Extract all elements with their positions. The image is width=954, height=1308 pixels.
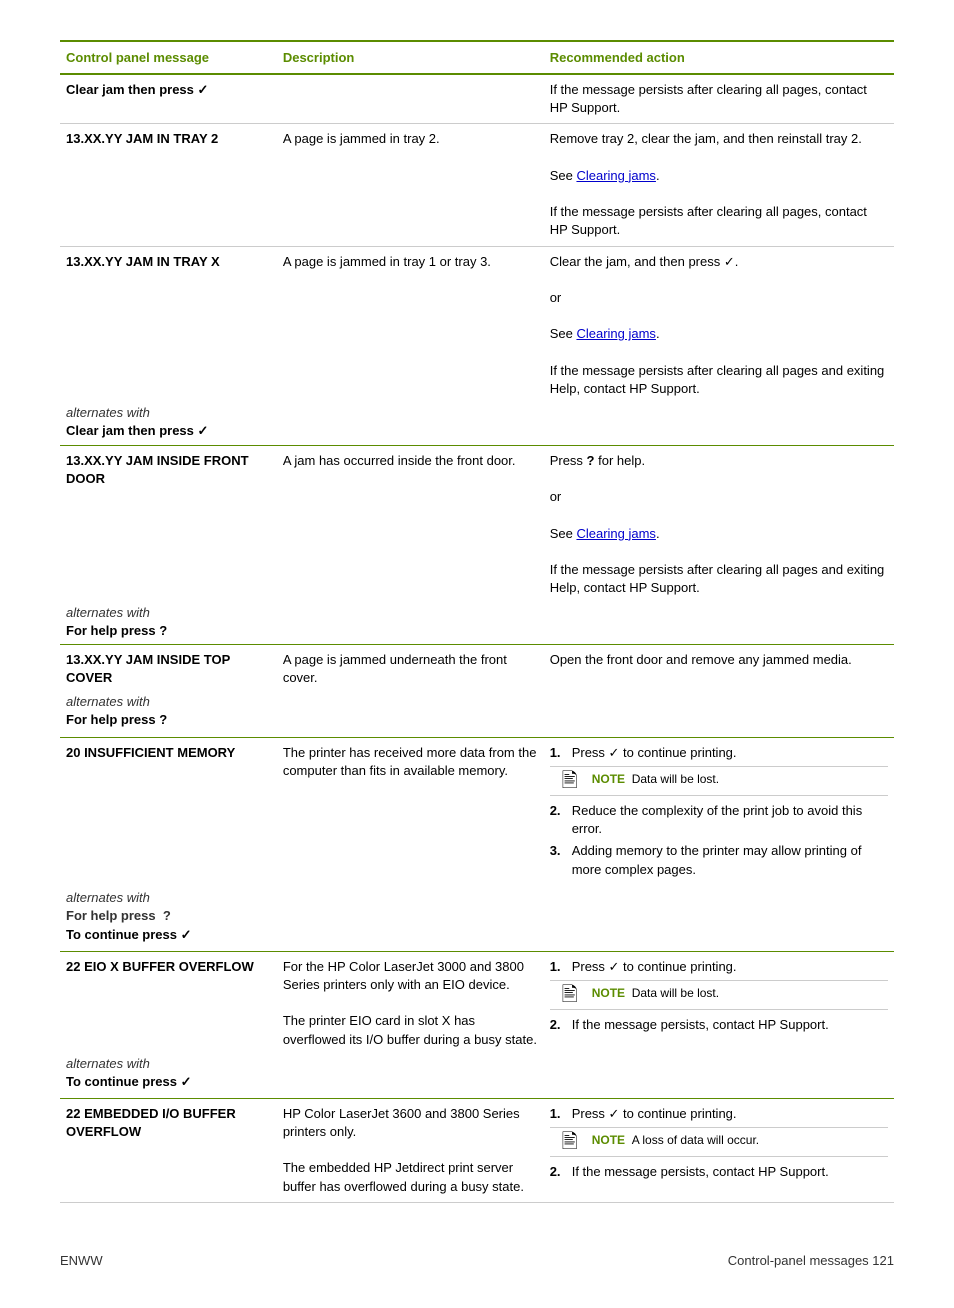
action-item-1: 1. Press ✓ to continue printing.: [550, 958, 888, 976]
alternates-label: alternates with: [60, 693, 277, 710]
description-cell: HP Color LaserJet 3600 and 3800 Series p…: [277, 1098, 544, 1202]
message-cell: 22 EMBEDDED I/O BUFFER OVERFLOW: [60, 1098, 277, 1202]
description-cell: A page is jammed in tray 1 or tray 3.: [277, 246, 544, 404]
note-box: 🖹 NOTE Data will be lost.: [550, 766, 888, 796]
note-box: 🖹 NOTE Data will be lost.: [550, 980, 888, 1010]
message-cell: 20 INSUFFICIENT MEMORY: [60, 737, 277, 888]
alternates-label: alternates with: [60, 889, 277, 906]
clearing-jams-link[interactable]: Clearing jams: [576, 526, 655, 541]
alternates-row: alternates with: [60, 604, 894, 621]
action-item-2: 2. Reduce the complexity of the print jo…: [550, 802, 888, 838]
alt-message-cell: To continue press ✓: [60, 1072, 277, 1099]
col-header-message: Control panel message: [60, 41, 277, 74]
note-icon: 🖹: [556, 771, 584, 791]
alternates-label: alternates with: [60, 404, 277, 421]
action-cell: Clear the jam, and then press ✓. or See …: [544, 246, 894, 404]
message-cell: 13.XX.YY JAM IN TRAY 2: [60, 124, 277, 246]
action-cell: If the message persists after clearing a…: [544, 74, 894, 124]
message-cell: 13.XX.YY JAM INSIDE FRONT DOOR: [60, 446, 277, 604]
table-row: 13.XX.YY JAM IN TRAY X A page is jammed …: [60, 246, 894, 404]
alternates-label: alternates with: [60, 1055, 277, 1072]
table-row: 13.XX.YY JAM IN TRAY 2 A page is jammed …: [60, 124, 894, 246]
action-item-3: 3. Adding memory to the printer may allo…: [550, 842, 888, 878]
action-cell: 1. Press ✓ to continue printing. 🖹 NOTE …: [544, 951, 894, 1054]
table-row: 22 EMBEDDED I/O BUFFER OVERFLOW HP Color…: [60, 1098, 894, 1202]
main-table: Control panel message Description Recomm…: [60, 40, 894, 1203]
note-icon: 🖹: [556, 985, 584, 1005]
action-item-1: 1. Press ✓ to continue printing.: [550, 1105, 888, 1123]
footer-left: ENWW: [60, 1253, 103, 1268]
alt-message-row: Clear jam then press ✓: [60, 421, 894, 446]
page-footer: ENWW Control-panel messages 121: [60, 1243, 894, 1268]
description-cell: A page is jammed underneath the front co…: [277, 644, 544, 693]
message-cell: Clear jam then press ✓: [60, 74, 277, 124]
action-item-1: 1. Press ✓ to continue printing.: [550, 744, 888, 762]
action-cell: Open the front door and remove any jamme…: [544, 644, 894, 693]
alt-message-cell: Clear jam then press ✓: [60, 421, 277, 446]
alt-message-row: To continue press ✓: [60, 925, 894, 952]
alt-message-cell: For help press ?: [60, 710, 277, 738]
table-row: 20 INSUFFICIENT MEMORY The printer has r…: [60, 737, 894, 888]
action-cell: Remove tray 2, clear the jam, and then r…: [544, 124, 894, 246]
clearing-jams-link[interactable]: Clearing jams: [576, 326, 655, 341]
clearing-jams-link[interactable]: Clearing jams: [576, 168, 655, 183]
description-cell: For the HP Color LaserJet 3000 and 3800 …: [277, 951, 544, 1054]
description-cell: A jam has occurred inside the front door…: [277, 446, 544, 604]
alt-sub-row: For help press ?: [60, 906, 894, 925]
alternates-row: alternates with: [60, 693, 894, 710]
action-item-2: 2. If the message persists, contact HP S…: [550, 1163, 888, 1181]
page-container: Control panel message Description Recomm…: [60, 40, 894, 1268]
action-cell: 1. Press ✓ to continue printing. 🖹 NOTE …: [544, 1098, 894, 1202]
table-row: Clear jam then press ✓ If the message pe…: [60, 74, 894, 124]
alt-message-cell: For help press ?: [60, 906, 277, 925]
col-header-action: Recommended action: [544, 41, 894, 74]
table-row: 13.XX.YY JAM INSIDE FRONT DOOR A jam has…: [60, 446, 894, 604]
alt-message-row: For help press ?: [60, 621, 894, 645]
alt-message-cell: To continue press ✓: [60, 925, 277, 952]
col-header-description: Description: [277, 41, 544, 74]
action-item-2: 2. If the message persists, contact HP S…: [550, 1016, 888, 1034]
alt-message-row: To continue press ✓: [60, 1072, 894, 1099]
message-cell: 22 EIO X BUFFER OVERFLOW: [60, 951, 277, 1054]
alt-message-row: For help press ?: [60, 710, 894, 738]
description-cell: A page is jammed in tray 2.: [277, 124, 544, 246]
message-cell: 13.XX.YY JAM INSIDE TOP COVER: [60, 644, 277, 693]
table-header: Control panel message Description Recomm…: [60, 41, 894, 74]
description-cell: The printer has received more data from …: [277, 737, 544, 888]
table-row: 13.XX.YY JAM INSIDE TOP COVER A page is …: [60, 644, 894, 693]
action-cell: 1. Press ✓ to continue printing. 🖹 NOTE …: [544, 737, 894, 888]
note-icon: 🖹: [556, 1132, 584, 1152]
alternates-label: alternates with: [60, 604, 277, 621]
alternates-row: alternates with: [60, 1055, 894, 1072]
alternates-row: alternates with: [60, 404, 894, 421]
alt-message-cell: For help press ?: [60, 621, 277, 645]
footer-right: Control-panel messages 121: [728, 1253, 894, 1268]
action-cell: Press ? for help. or See Clearing jams. …: [544, 446, 894, 604]
table-row: 22 EIO X BUFFER OVERFLOW For the HP Colo…: [60, 951, 894, 1054]
description-cell: [277, 74, 544, 124]
alternates-row: alternates with: [60, 889, 894, 906]
note-box: 🖹 NOTE A loss of data will occur.: [550, 1127, 888, 1157]
message-cell: 13.XX.YY JAM IN TRAY X: [60, 246, 277, 404]
